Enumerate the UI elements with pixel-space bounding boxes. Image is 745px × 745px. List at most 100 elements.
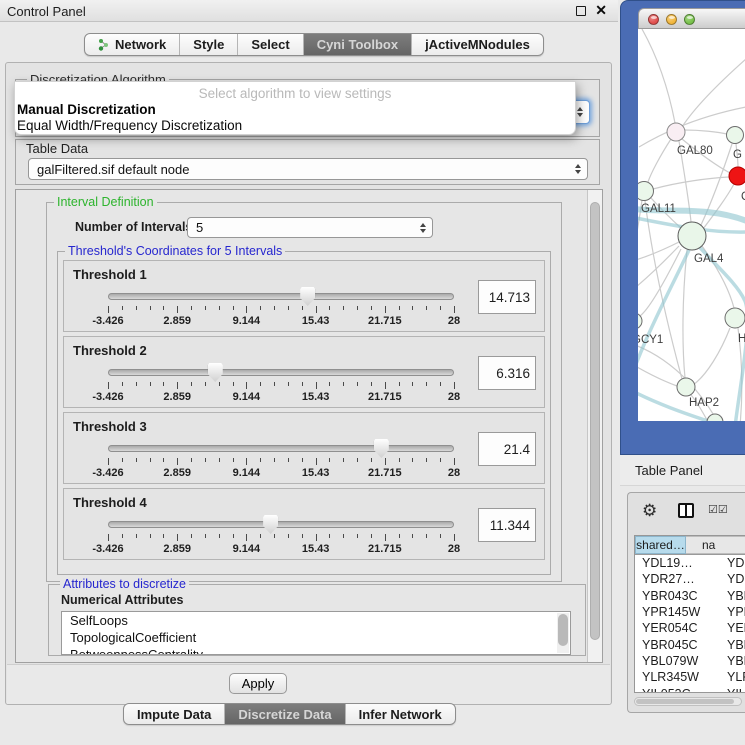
network-node[interactable]: [638, 182, 654, 201]
network-edge[interactable]: [648, 139, 671, 182]
cell-shared-name[interactable]: YPR145W: [635, 605, 718, 619]
scrollbar-thumb[interactable]: [558, 614, 568, 646]
table-row[interactable]: YLR345WYLR3: [635, 669, 745, 685]
threshold-slider[interactable]: -3.4262.8599.14415.4321.71528: [108, 287, 454, 329]
cell-shared-name[interactable]: YDR27…: [635, 572, 718, 586]
tab-network[interactable]: Network: [85, 34, 180, 55]
cell-name[interactable]: YDR2: [718, 572, 745, 586]
slider-thumb[interactable]: [374, 439, 389, 458]
network-edge[interactable]: [703, 184, 734, 229]
number-of-intervals-combobox[interactable]: 5: [187, 217, 433, 238]
slider-thumb[interactable]: [300, 287, 315, 306]
slider-thumb[interactable]: [263, 515, 278, 534]
close-traffic-light[interactable]: [648, 14, 659, 25]
network-edge[interactable]: [653, 177, 729, 189]
network-edge[interactable]: [684, 130, 727, 134]
cell-shared-name[interactable]: YBL079W: [635, 654, 718, 668]
table-row[interactable]: YDR27…YDR2: [635, 571, 745, 587]
attribute-list-item[interactable]: TopologicalCoefficient: [62, 629, 570, 646]
cell-shared-name[interactable]: YBR043C: [635, 589, 718, 603]
bottom-tab-infer-network[interactable]: Infer Network: [346, 704, 455, 724]
cell-name[interactable]: YPR1: [718, 605, 745, 619]
numerical-attributes-list[interactable]: SelfLoopsTopologicalCoefficientBetweenne…: [61, 611, 571, 655]
table-panel-titlebar[interactable]: Table Panel: [620, 455, 745, 486]
cell-name[interactable]: YDL1: [718, 556, 745, 570]
cell-name[interactable]: YBL0: [718, 654, 745, 668]
menu-item-equal-width-frequency[interactable]: Equal Width/Frequency Discretization: [17, 118, 242, 133]
tab-select[interactable]: Select: [238, 34, 303, 55]
column-header-shared-name[interactable]: shared…: [635, 536, 686, 554]
cell-shared-name[interactable]: YBR045C: [635, 638, 718, 652]
table-row[interactable]: YBR043CYBR0: [635, 588, 745, 604]
table-horizontal-scrollbar[interactable]: [634, 697, 742, 706]
cell-name[interactable]: YBR0: [718, 589, 745, 603]
bottom-tab-impute-data[interactable]: Impute Data: [124, 704, 225, 724]
scrollbar-thumb[interactable]: [590, 202, 600, 640]
table-row[interactable]: YIL053CYIL0: [635, 685, 745, 693]
threshold-value-field[interactable]: 11.344: [478, 508, 536, 542]
network-canvas[interactable]: GAL80GCGAL11GAL4GCY1HHAP2: [638, 29, 745, 421]
threshold-slider[interactable]: -3.4262.8599.14415.4321.71528: [108, 515, 454, 557]
threshold-value-field[interactable]: 6.316: [478, 356, 536, 390]
network-node[interactable]: [677, 378, 695, 396]
minimize-traffic-light[interactable]: [666, 14, 677, 25]
bottom-tab-discretize-data[interactable]: Discretize Data: [225, 704, 345, 724]
threshold-slider[interactable]: -3.4262.8599.14415.4321.71528: [108, 439, 454, 481]
table-row[interactable]: YBL079WYBL0: [635, 653, 745, 669]
network-edge[interactable]: [683, 250, 687, 378]
split-columns-icon[interactable]: [678, 503, 694, 518]
cell-name[interactable]: YIL0: [718, 687, 745, 693]
threshold-value-field[interactable]: 14.713: [478, 280, 536, 314]
network-node[interactable]: [729, 167, 745, 185]
network-node[interactable]: [678, 222, 706, 250]
network-node[interactable]: [667, 123, 685, 141]
settings-vertical-scrollbar[interactable]: [587, 190, 602, 662]
cell-shared-name[interactable]: YDL19…: [635, 556, 718, 570]
network-node[interactable]: [707, 414, 723, 421]
column-header-name[interactable]: na: [686, 536, 745, 554]
network-window-titlebar[interactable]: [638, 8, 745, 29]
algorithm-hint-item[interactable]: Select algorithm to view settings: [15, 86, 575, 101]
attribute-list-item[interactable]: BetweennessCentrality: [62, 646, 570, 655]
network-edge-thick[interactable]: [694, 241, 745, 421]
table-row[interactable]: YBR045CYBR0: [635, 636, 745, 652]
table-data-combobox[interactable]: galFiltered.sif default node: [28, 158, 588, 180]
network-edge[interactable]: [642, 29, 675, 123]
cell-shared-name[interactable]: YIL053C: [635, 687, 718, 693]
cell-name[interactable]: YBR0: [718, 638, 745, 652]
threshold-value-field[interactable]: 21.4: [478, 432, 536, 466]
cell-shared-name[interactable]: YLR345W: [635, 670, 718, 684]
zoom-traffic-light[interactable]: [684, 14, 695, 25]
cell-name[interactable]: YLR3: [718, 670, 745, 684]
gear-icon[interactable]: ⚙: [642, 501, 657, 521]
attribute-list-scrollbar[interactable]: [557, 613, 569, 653]
table-row[interactable]: YPR145WYPR1: [635, 604, 745, 620]
network-edge[interactable]: [638, 200, 642, 306]
tab-cyni-toolbox[interactable]: Cyni Toolbox: [304, 34, 412, 55]
network-edge[interactable]: [693, 328, 730, 385]
close-icon[interactable]: ✕: [595, 2, 607, 19]
control-panel-titlebar[interactable]: Control Panel ✕: [0, 0, 618, 22]
slider-thumb[interactable]: [208, 363, 223, 382]
scrollbar-thumb[interactable]: [636, 699, 734, 704]
slider-track[interactable]: [108, 521, 454, 528]
network-node[interactable]: [727, 127, 744, 144]
apply-button[interactable]: Apply: [229, 673, 287, 694]
slider-track[interactable]: [108, 369, 454, 376]
float-window-icon[interactable]: [576, 6, 586, 16]
select-columns-icon[interactable]: ☑☑: [708, 503, 728, 516]
table-row[interactable]: YER054CYER0: [635, 620, 745, 636]
slider-track[interactable]: [108, 445, 454, 452]
cell-name[interactable]: YER0: [718, 621, 745, 635]
tab-jactivemnodules[interactable]: jActiveMNodules: [412, 34, 543, 55]
slider-track[interactable]: [108, 293, 454, 300]
network-edge[interactable]: [638, 358, 677, 386]
threshold-slider[interactable]: -3.4262.8599.14415.4321.71528: [108, 363, 454, 405]
attribute-list-item[interactable]: SelfLoops: [62, 612, 570, 629]
menu-item-manual-discretization[interactable]: Manual Discretization: [17, 102, 156, 117]
network-node[interactable]: [725, 308, 745, 328]
network-edge[interactable]: [682, 59, 745, 127]
cell-shared-name[interactable]: YER054C: [635, 621, 718, 635]
table-row[interactable]: YDL19…YDL1: [635, 555, 745, 571]
tab-style[interactable]: Style: [180, 34, 238, 55]
